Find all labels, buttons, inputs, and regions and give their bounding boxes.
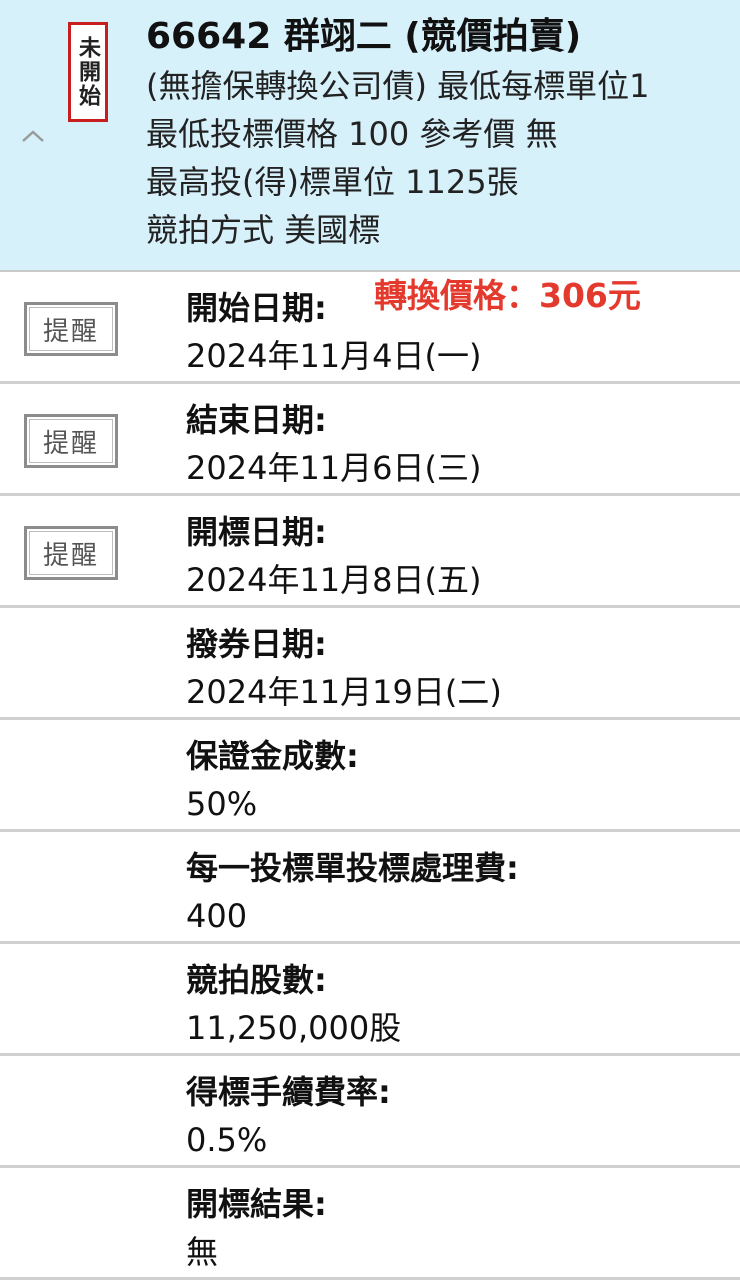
auction-title: 66642 群翊二 (競價拍賣)	[146, 16, 582, 57]
detail-row-label: 競拍股數:	[186, 961, 327, 999]
remind-button-label: 提醒	[42, 428, 99, 459]
detail-row-label: 開始日期:	[186, 289, 327, 327]
status-stamp: 未開始	[68, 22, 108, 122]
detail-row-label: 得標手續費率:	[186, 1073, 391, 1111]
detail-row: 競拍股數: 11,250,000股	[0, 944, 740, 1056]
remind-button-label: 提醒	[42, 540, 99, 571]
chevron-up-icon[interactable]	[18, 126, 48, 146]
detail-row-label: 結束日期:	[186, 401, 327, 439]
detail-row-value: 11,250,000股	[186, 1009, 402, 1047]
remind-button[interactable]: 提醒	[24, 414, 118, 468]
detail-row-value: 2024年11月6日(三)	[186, 449, 482, 487]
auction-method-line: 競拍方式 美國標	[146, 211, 381, 249]
detail-row: 得標手續費率: 0.5%	[0, 1056, 740, 1168]
auction-detail-list: 提醒 開始日期: 2024年11月4日(一) 提醒 結束日期: 2024年11月6日(三)…	[0, 272, 740, 1280]
detail-row: 開標結果: 無	[0, 1168, 740, 1280]
detail-row-value: 50%	[186, 785, 258, 823]
max-bid-unit-line: 最高投(得)標單位 1125張	[146, 163, 519, 201]
auction-detail-page: 未開始 66642 群翊二 (競價拍賣) (無擔保轉換公司債) 最低每標單位1 …	[0, 0, 740, 1280]
remind-button[interactable]: 提醒	[24, 302, 118, 356]
detail-row-label: 開標日期:	[186, 513, 327, 551]
detail-row-value: 2024年11月8日(五)	[186, 561, 482, 599]
detail-row: 撥券日期: 2024年11月19日(二)	[0, 608, 740, 720]
min-bid-price-line: 最低投標價格 100 參考價 無	[146, 115, 558, 153]
bond-type-line: (無擔保轉換公司債) 最低每標單位1	[146, 67, 650, 105]
detail-row: 提醒 結束日期: 2024年11月6日(三)	[0, 384, 740, 496]
detail-row-label: 每一投標單投標處理費:	[186, 849, 519, 887]
remind-button-label: 提醒	[42, 316, 99, 347]
header-info: 66642 群翊二 (競價拍賣) (無擔保轉換公司債) 最低每標單位1 最低投標…	[146, 12, 740, 254]
detail-row-value: 2024年11月19日(二)	[186, 673, 502, 711]
detail-row-label: 開標結果:	[186, 1185, 327, 1223]
remind-button[interactable]: 提醒	[24, 526, 118, 580]
detail-row-value: 0.5%	[186, 1121, 268, 1159]
detail-row: 每一投標單投標處理費: 400	[0, 832, 740, 944]
auction-header[interactable]: 未開始 66642 群翊二 (競價拍賣) (無擔保轉換公司債) 最低每標單位1 …	[0, 0, 740, 272]
detail-row-label: 撥券日期:	[186, 625, 327, 663]
detail-row: 提醒 開標日期: 2024年11月8日(五)	[0, 496, 740, 608]
detail-row: 保證金成數: 50%	[0, 720, 740, 832]
detail-row-value: 2024年11月4日(一)	[186, 337, 482, 375]
detail-row-value: 400	[186, 897, 248, 935]
detail-row-value: 無	[186, 1233, 219, 1271]
detail-row-label: 保證金成數:	[186, 737, 359, 775]
conversion-price-note: 轉換價格：306元	[374, 276, 641, 315]
